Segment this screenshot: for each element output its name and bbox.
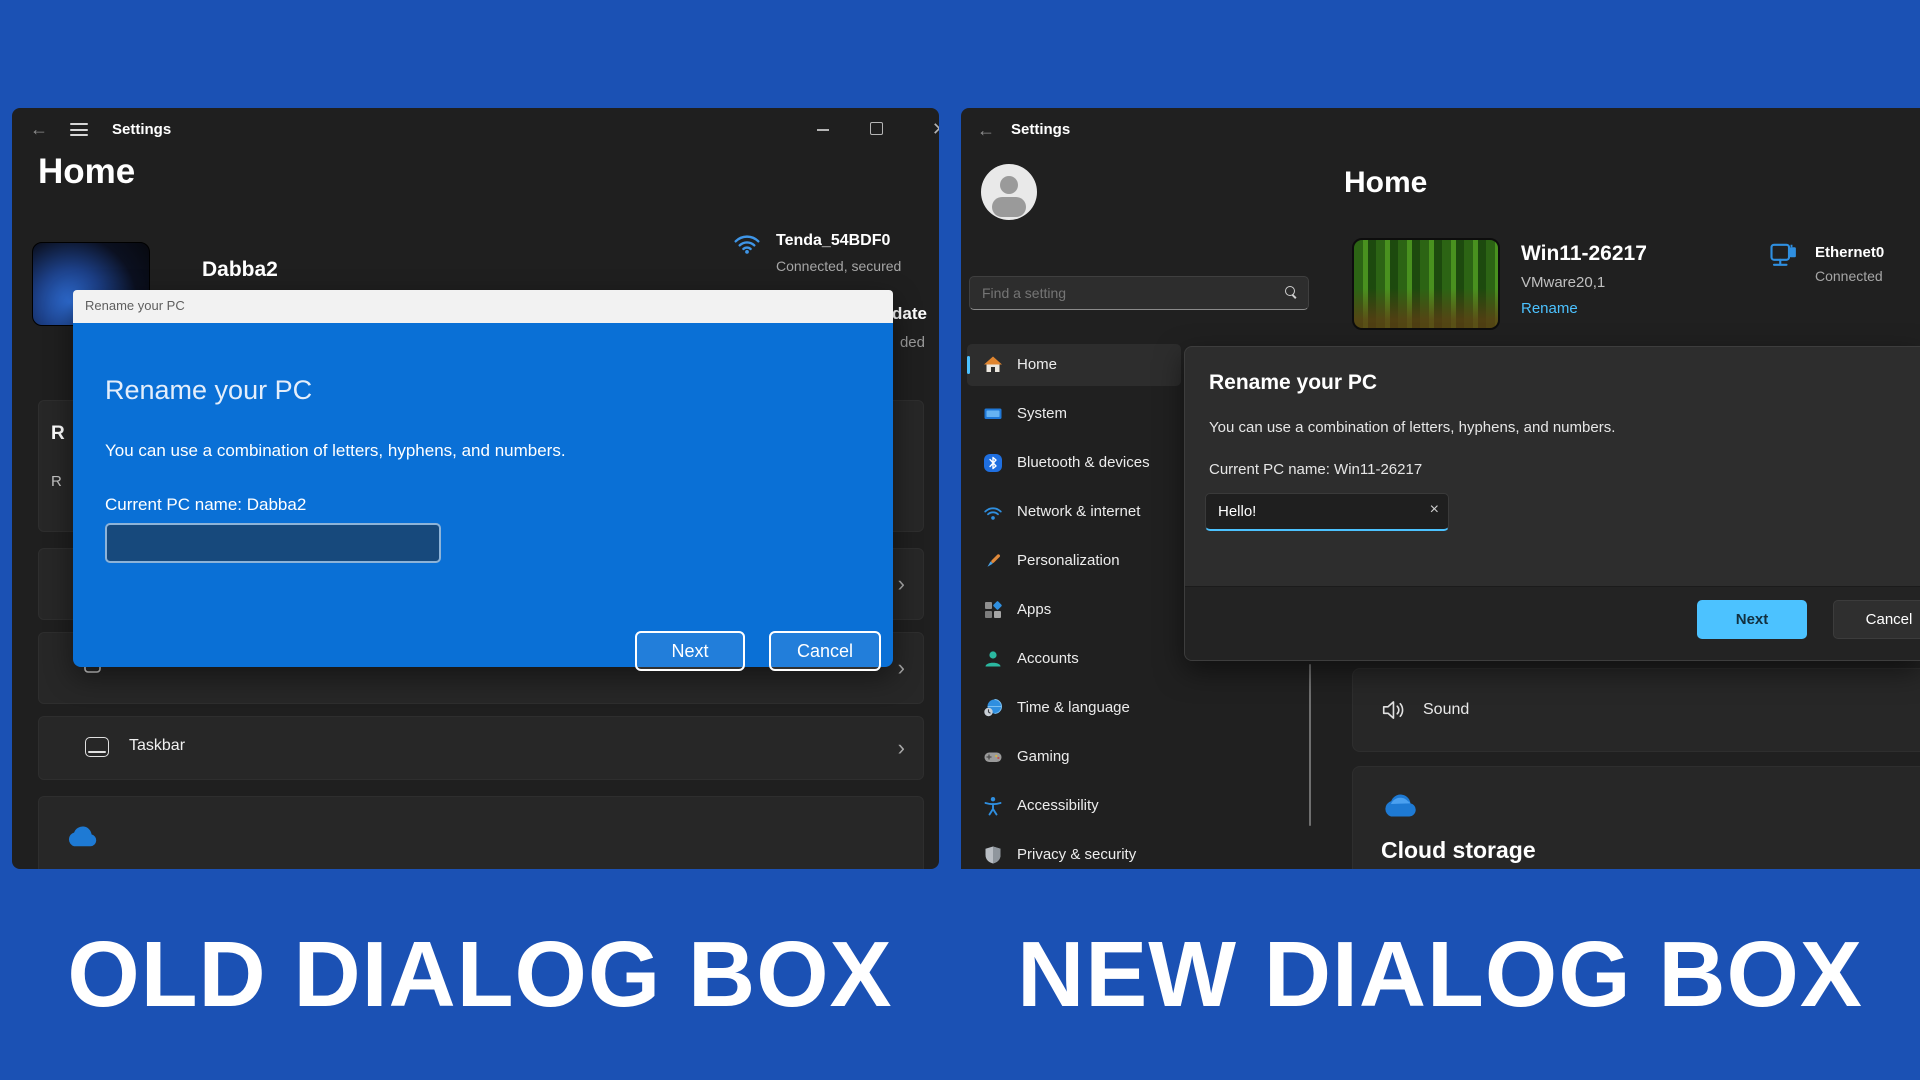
scrollbar[interactable]	[1309, 664, 1311, 826]
old-settings-window: ← Settings ✕ Home Dabba2 Tenda_54BDF0	[12, 108, 939, 869]
dialog-description: You can use a combination of letters, hy…	[1209, 419, 1615, 436]
pc-name-input-wrap: ×	[1205, 493, 1449, 531]
cancel-button[interactable]: Cancel	[769, 631, 881, 671]
dialog-body: Rename your PC You can use a combination…	[73, 323, 893, 667]
accessibility-icon	[983, 796, 1003, 816]
bluetooth-icon	[983, 453, 1003, 473]
old-dialog-caption: OLD DIALOG BOX	[67, 921, 892, 1028]
window-controls: ✕	[779, 108, 939, 152]
chevron-right-icon: ›	[898, 657, 905, 679]
card-subtext-fragment: R	[51, 473, 62, 490]
ethernet-status: Connected	[1815, 268, 1883, 284]
system-icon	[983, 404, 1003, 424]
search-icon[interactable]	[1285, 286, 1296, 297]
dialog-title: Rename your PC	[85, 298, 185, 313]
dialog-footer: Next Cancel	[1185, 586, 1920, 660]
windows-update-fragment: date	[892, 304, 927, 324]
dialog-heading: Rename your PC	[105, 375, 312, 406]
comparison-stage: ← Settings ✕ Home Dabba2 Tenda_54BDF0	[0, 0, 1920, 1080]
cloud-storage-heading: Cloud storage	[1381, 837, 1536, 864]
sidebar-item-personalization[interactable]: Personalization	[967, 540, 1181, 582]
taskbar-label: Taskbar	[129, 737, 185, 755]
sidebar-item-accessibility[interactable]: Accessibility	[967, 785, 1181, 827]
cloud-icon	[1381, 789, 1421, 819]
new-rename-dialog: Rename your PC You can use a combination…	[1184, 346, 1920, 661]
cloud-storage-card	[38, 796, 924, 869]
sound-row[interactable]: Sound	[1352, 668, 1920, 752]
accounts-icon	[983, 649, 1003, 669]
chevron-right-icon: ›	[898, 573, 905, 595]
search-box	[969, 276, 1309, 310]
next-button[interactable]: Next	[1697, 600, 1807, 639]
sidebar-item-system[interactable]: System	[967, 393, 1181, 435]
current-pc-name-label: Current PC name: Dabba2	[105, 495, 306, 515]
page-title: Home	[1344, 166, 1427, 200]
titlebar: ← Settings ✕	[12, 108, 939, 152]
pc-name: Dabba2	[202, 258, 278, 282]
card-heading-fragment: R	[51, 423, 65, 445]
clear-input-icon[interactable]: ×	[1430, 502, 1439, 518]
pc-thumbnail	[1352, 238, 1500, 330]
current-pc-name-label: Current PC name: Win11-26217	[1209, 461, 1422, 478]
network-ssid: Tenda_54BDF0	[776, 232, 890, 250]
old-rename-dialog: Rename your PC Rename your PC You can us…	[73, 290, 893, 667]
attention-needed-fragment: ded	[900, 334, 925, 351]
sidebar-item-home[interactable]: Home	[967, 344, 1181, 386]
wifi-icon	[732, 230, 762, 254]
time-language-icon	[983, 698, 1003, 718]
home-icon	[983, 355, 1003, 375]
maximize-icon[interactable]	[870, 122, 883, 135]
hamburger-menu-icon[interactable]	[70, 123, 88, 136]
ethernet-name: Ethernet0	[1815, 244, 1884, 261]
pc-name-input[interactable]	[105, 523, 441, 563]
privacy-icon	[983, 845, 1003, 865]
back-icon[interactable]: ←	[977, 120, 995, 141]
new-dialog-caption: NEW DIALOG BOX	[1017, 921, 1863, 1028]
app-title: Settings	[1011, 121, 1070, 138]
chevron-right-icon: ›	[898, 737, 905, 759]
network-status: Connected, secured	[776, 258, 901, 274]
sidebar-item-accounts[interactable]: Accounts	[967, 638, 1181, 680]
search-input[interactable]	[970, 277, 1308, 309]
back-icon[interactable]: ←	[30, 119, 48, 140]
dialog-heading: Rename your PC	[1209, 371, 1377, 395]
pc-name: Win11-26217	[1521, 242, 1647, 266]
cloud-icon	[65, 821, 101, 849]
speaker-icon	[1381, 699, 1407, 721]
sidebar-item-gaming[interactable]: Gaming	[967, 736, 1181, 778]
gaming-icon	[983, 747, 1003, 767]
dialog-titlebar: Rename your PC	[73, 290, 893, 323]
taskbar-icon	[85, 737, 109, 757]
sidebar-item-network-internet[interactable]: Network & internet	[967, 491, 1181, 533]
sidebar-item-bluetooth-devices[interactable]: Bluetooth & devices	[967, 442, 1181, 484]
pc-model: VMware20,1	[1521, 274, 1605, 291]
taskbar-row[interactable]: Taskbar ›	[38, 716, 924, 780]
next-button[interactable]: Next	[635, 631, 745, 671]
cancel-button[interactable]: Cancel	[1833, 600, 1920, 639]
page-title: Home	[38, 152, 135, 192]
sidebar-item-time-language[interactable]: Time & language	[967, 687, 1181, 729]
rename-link[interactable]: Rename	[1521, 300, 1578, 317]
cloud-storage-card: Cloud storage	[1352, 766, 1920, 869]
apps-icon	[983, 600, 1003, 620]
new-settings-window: ← Settings Home System	[961, 108, 1920, 869]
dialog-description: You can use a combination of letters, hy…	[105, 441, 566, 461]
wifi-status-block[interactable]: Tenda_54BDF0 Connected, secured	[732, 230, 939, 259]
minimize-icon[interactable]	[817, 129, 829, 131]
personalization-icon	[983, 551, 1003, 571]
ethernet-icon	[1769, 242, 1799, 270]
pc-name-input[interactable]	[1206, 494, 1448, 529]
close-icon[interactable]: ✕	[932, 119, 939, 140]
caption-band: OLD DIALOG BOX NEW DIALOG BOX	[0, 869, 1920, 1080]
sidebar-item-privacy-security[interactable]: Privacy & security	[967, 834, 1181, 869]
network-icon	[983, 502, 1003, 522]
ethernet-status-block[interactable]: Ethernet0 Connected	[1769, 242, 1919, 275]
sidebar-item-apps[interactable]: Apps	[967, 589, 1181, 631]
app-title: Settings	[112, 121, 171, 138]
sound-label: Sound	[1423, 701, 1469, 719]
avatar[interactable]	[981, 164, 1037, 220]
